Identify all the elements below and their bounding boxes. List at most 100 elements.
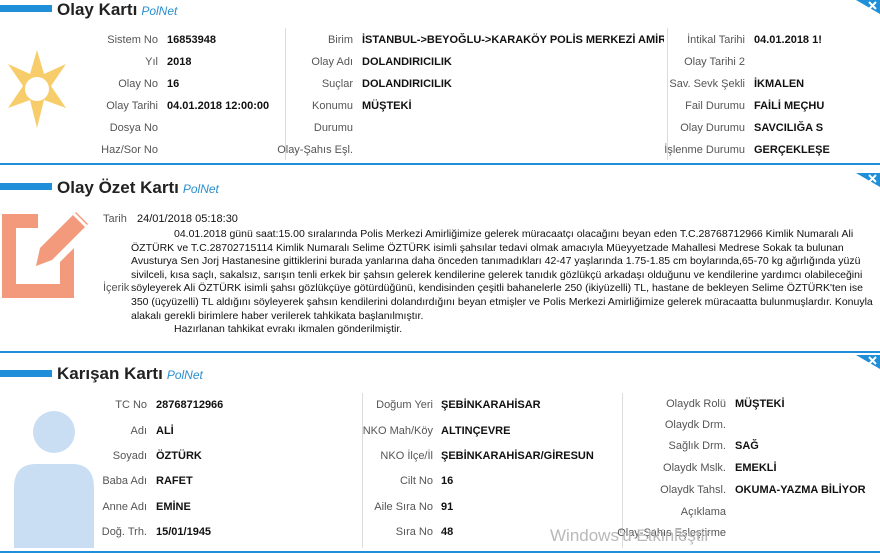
summary-content-label-text: İçerik (103, 282, 130, 294)
field-label: Suçlar (321, 78, 353, 90)
field-saglik-drm: Sağlık Drm. SAĞ (623, 438, 880, 454)
field-value: ALTINÇEVRE (441, 425, 511, 437)
field-value: OKUMA-YAZMA BİLİYOR (735, 484, 866, 496)
field-label: Olay Tarihi (106, 100, 158, 112)
windows-activation-watermark: Windows'u Etkinleştir (550, 526, 711, 545)
field-value: 16 (441, 475, 454, 487)
field-label: Olaydk Drm. (664, 419, 726, 431)
field-value: 15/01/1945 (156, 526, 212, 538)
field-value: MÜŞTEKİ (362, 100, 412, 112)
summary-date-value: 24/01/2018 05:18:30 (137, 213, 238, 225)
field-label: Cilt No (399, 475, 433, 487)
field-nko-mah-koy: NKO Mah/Köy ALTINÇEVRE (363, 423, 622, 439)
field-label: Haz/Sor No (101, 144, 158, 156)
field-label: Fail Durumu (685, 100, 745, 112)
field-value: 04.01.2018 1! (754, 34, 822, 46)
field-fail-durumu: Fail Durumu FAİLİ MEÇHU (668, 98, 880, 114)
field-label: NKO Mah/Köy (362, 425, 433, 437)
field-birim: Birim İSTANBUL->BEYOĞLU->KARAKÖY POLİS ME… (286, 32, 667, 48)
field-olay-adi: Olay Adı DOLANDIRICILIK (286, 54, 667, 70)
field-label: İşlenme Durumu (664, 144, 745, 156)
field-olaydk-tahsl: Olaydk Tahsl. OKUMA-YAZMA BİLİYOR (623, 482, 880, 498)
field-label: Sav. Sevk Şekli (669, 78, 745, 90)
field-value: GERÇEKLEŞE (754, 144, 830, 156)
field-cilt-no: Cilt No 16 (363, 473, 622, 489)
field-nko-ilce-il: NKO İlçe/İl ŞEBİNKARAHİSAR/GİRESUN (363, 448, 622, 464)
field-label: Durumu (313, 122, 353, 134)
field-label: Olaydk Rolü (666, 398, 726, 410)
field-value: DOLANDIRICILIK (362, 78, 452, 90)
field-label: Aile Sıra No (374, 501, 433, 513)
field-label: NKO İlçe/İl (380, 450, 433, 462)
field-label: Olaydk Mslk. (663, 462, 726, 474)
field-dog-trh: Doğ. Trh. 15/01/1945 (0, 524, 362, 540)
field-label: Sıra No (395, 526, 433, 538)
card-title: Karışan Kartı PolNet (57, 364, 203, 384)
collapse-icon[interactable] (852, 0, 880, 14)
collapse-icon[interactable] (852, 355, 880, 369)
field-tc-no: TC No 28768712966 (0, 397, 362, 413)
summary-paragraph: Hazırlanan tahkikat evrakı ikmalen gönde… (174, 323, 403, 336)
summary-content: 04.01.2018 günü saat:15.00 sıralarında P… (131, 228, 876, 337)
field-label: Adı (130, 425, 147, 437)
summary-paragraph: 04.01.2018 günü saat:15.00 sıralarında P… (131, 228, 873, 322)
field-value: FAİLİ MEÇHU (754, 100, 825, 112)
field-value: 04.01.2018 12:00:00 (167, 100, 270, 112)
field-value: 28768712966 (156, 399, 224, 411)
field-label: İntikal Tarihi (687, 34, 745, 46)
field-label: Konumu (312, 100, 353, 112)
field-value: ÖZTÜRK (156, 450, 202, 462)
field-aciklama: Açıklama (623, 504, 880, 520)
field-olay-tarihi: Olay Tarihi 04.01.2018 12:00:00 (0, 98, 285, 114)
field-value: 91 (441, 501, 454, 513)
field-anne-adi: Anne Adı EMİNE (0, 499, 362, 515)
card-title: Olay Kartı PolNet (57, 0, 177, 20)
card-border (0, 351, 880, 353)
field-dosya-no: Dosya No (0, 120, 285, 136)
field-label: Açıklama (680, 506, 726, 518)
field-label: Olay-Şahıs Eşl. (277, 144, 353, 156)
card-brand: PolNet (182, 182, 219, 196)
field-value: 16853948 (167, 34, 216, 46)
field-value: SAVCILIĞA S (754, 122, 824, 134)
field-value: 16 (167, 78, 180, 90)
field-sav-sevk-sekli: Sav. Sevk Şekli İKMALEN (668, 76, 880, 92)
field-intikal-tarihi: İntikal Tarihi 04.01.2018 1! (668, 32, 880, 48)
field-label: Doğum Yeri (376, 399, 433, 411)
field-value: RAFET (156, 475, 193, 487)
karisan-karti-card: Karışan Kartı PolNet TC No 28768712966 Adı… (0, 355, 880, 553)
field-aile-sira-no: Aile Sıra No 91 (363, 499, 622, 515)
card-brand: PolNet (166, 368, 203, 382)
field-label: Dosya No (109, 122, 158, 134)
field-durumu: Durumu (286, 120, 667, 136)
field-label: Olaydk Tahsl. (660, 484, 726, 496)
collapse-icon[interactable] (852, 173, 880, 187)
field-value: EMEKLİ (735, 462, 777, 474)
field-value: ŞEBİNKARAHİSAR/GİRESUN (441, 450, 594, 462)
field-haz-sor-no: Haz/Sor No (0, 142, 285, 158)
field-label: Olay No (118, 78, 158, 90)
field-label: Baba Adı (102, 475, 147, 487)
field-value: İSTANBUL->BEYOĞLU->KARAKÖY POLİS MERKEZİ… (362, 34, 664, 46)
field-label: Birim (327, 34, 353, 46)
field-islenme-durumu: İşlenme Durumu GERÇEKLEŞE (664, 142, 880, 158)
field-olay-tarihi-2: Olay Tarihi 2 (668, 54, 880, 70)
field-olaydk-mslk: Olaydk Mslk. EMEKLİ (623, 460, 880, 476)
field-value: 48 (441, 526, 454, 538)
field-label: Sağlık Drm. (668, 440, 726, 452)
field-value: 2018 (167, 56, 192, 68)
card-title: Olay Özet Kartı PolNet (57, 178, 219, 198)
field-olaydk-drm: Olaydk Drm. (623, 417, 880, 433)
field-label: Olay Adı (311, 56, 353, 68)
summary-content-label: İçerik (103, 280, 129, 296)
card-brand: PolNet (141, 4, 178, 18)
field-value: ALİ (156, 425, 174, 437)
olay-karti-card: Olay Kartı PolNet Sistem No 16853948 Yıl 20… (0, 0, 880, 165)
card-title-text: Olay Özet Kartı (57, 178, 179, 197)
field-label: Olay Durumu (680, 122, 745, 134)
card-title-bar (0, 5, 52, 12)
field-konumu: Konumu MÜŞTEKİ (286, 98, 667, 114)
field-olay-no: Olay No 16 (0, 76, 285, 92)
summary-date-label: Tarih (103, 213, 127, 225)
card-title-text: Karışan Kartı (57, 364, 163, 383)
